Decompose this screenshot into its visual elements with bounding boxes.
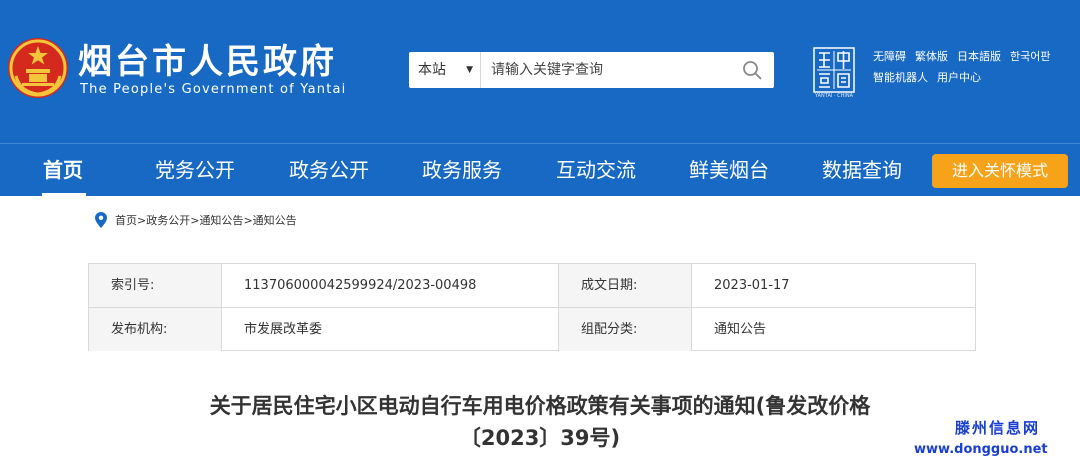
main-nav: 首页 党务公开 政务公开 政务服务 互动交流 鲜美烟台 数据查询 进入关怀模式	[0, 143, 1080, 196]
nav-item-government-services[interactable]: 政务服务	[422, 144, 502, 197]
national-emblem-icon	[8, 38, 68, 98]
watermark-site-url: www.dongguo.net	[914, 442, 1048, 457]
breadcrumb-separator: >	[137, 213, 147, 227]
index-number-label: 索引号:	[89, 264, 221, 307]
search-input[interactable]	[482, 52, 732, 88]
article-title-line1: 关于居民住宅小区电动自行车用电价格政策有关事项的通知(鲁发改价格	[209, 394, 871, 418]
korean-version-link[interactable]: 한국어판	[1010, 50, 1050, 64]
breadcrumb-government-affairs[interactable]: 政务公开	[146, 212, 190, 228]
user-center-link[interactable]: 用户中心	[937, 71, 981, 85]
issuing-org-value: 市发展改革委	[244, 322, 323, 337]
seal-caption: YANTAI · CHINA	[814, 93, 854, 99]
search-scope-select[interactable]: 本站 ▼	[409, 52, 481, 88]
site-subtitle: The People's Government of Yantai	[80, 82, 347, 97]
traditional-chinese-link[interactable]: 繁体版	[915, 50, 948, 64]
caret-down-icon: ▼	[466, 65, 473, 75]
article-title-line2: 〔2023〕39号)	[459, 426, 621, 450]
category-value: 通知公告	[714, 322, 767, 337]
search-scope-label: 本站	[418, 62, 446, 78]
yantai-china-seal-icon	[813, 47, 855, 93]
breadcrumb-separator: >	[243, 213, 253, 227]
search-icon[interactable]	[742, 60, 762, 80]
written-date-label: 成文日期:	[559, 264, 691, 307]
breadcrumb-separator: >	[190, 213, 200, 227]
quick-links: 无障碍 繁体版 日本語版 한국어판 智能机器人 用户中心	[873, 50, 1059, 92]
nav-item-data-query[interactable]: 数据查询	[822, 144, 902, 197]
breadcrumb-home[interactable]: 首页	[115, 212, 137, 228]
site-title[interactable]: 烟台市人民政府	[78, 42, 337, 82]
japanese-version-link[interactable]: 日本語版	[957, 50, 1001, 64]
index-number-value: 113706000042599924/2023-00498	[244, 278, 477, 293]
watermark-site-name: 滕州信息网	[955, 419, 1041, 437]
category-label: 组配分类:	[559, 308, 691, 351]
table-divider	[89, 307, 975, 308]
document-info-table: 索引号: 113706000042599924/2023-00498 成文日期:…	[88, 263, 976, 351]
nav-item-beautiful-yantai[interactable]: 鲜美烟台	[689, 144, 769, 197]
nav-active-indicator	[42, 193, 86, 196]
breadcrumb: 首页 > 政务公开 > 通知公告 > 通知公告	[95, 212, 297, 228]
accessibility-link[interactable]: 无障碍	[873, 50, 906, 64]
smart-robot-link[interactable]: 智能机器人	[873, 71, 928, 85]
written-date-value: 2023-01-17	[714, 278, 790, 293]
nav-item-interaction[interactable]: 互动交流	[556, 144, 636, 197]
search-bar: 本站 ▼	[409, 52, 774, 88]
location-pin-icon	[95, 212, 107, 228]
nav-item-party-affairs[interactable]: 党务公开	[155, 144, 235, 197]
site-header: 烟台市人民政府 The People's Government of Yanta…	[0, 0, 1080, 143]
nav-item-home[interactable]: 首页	[43, 144, 83, 197]
article-title: 关于居民住宅小区电动自行车用电价格政策有关事项的通知(鲁发改价格 〔2023〕3…	[60, 390, 1020, 454]
issuing-org-label: 发布机构:	[89, 308, 221, 351]
care-mode-button[interactable]: 进入关怀模式	[932, 154, 1068, 188]
breadcrumb-notices[interactable]: 通知公告	[199, 212, 243, 228]
nav-item-government-affairs[interactable]: 政务公开	[289, 144, 369, 197]
breadcrumb-notices-current[interactable]: 通知公告	[253, 212, 297, 228]
